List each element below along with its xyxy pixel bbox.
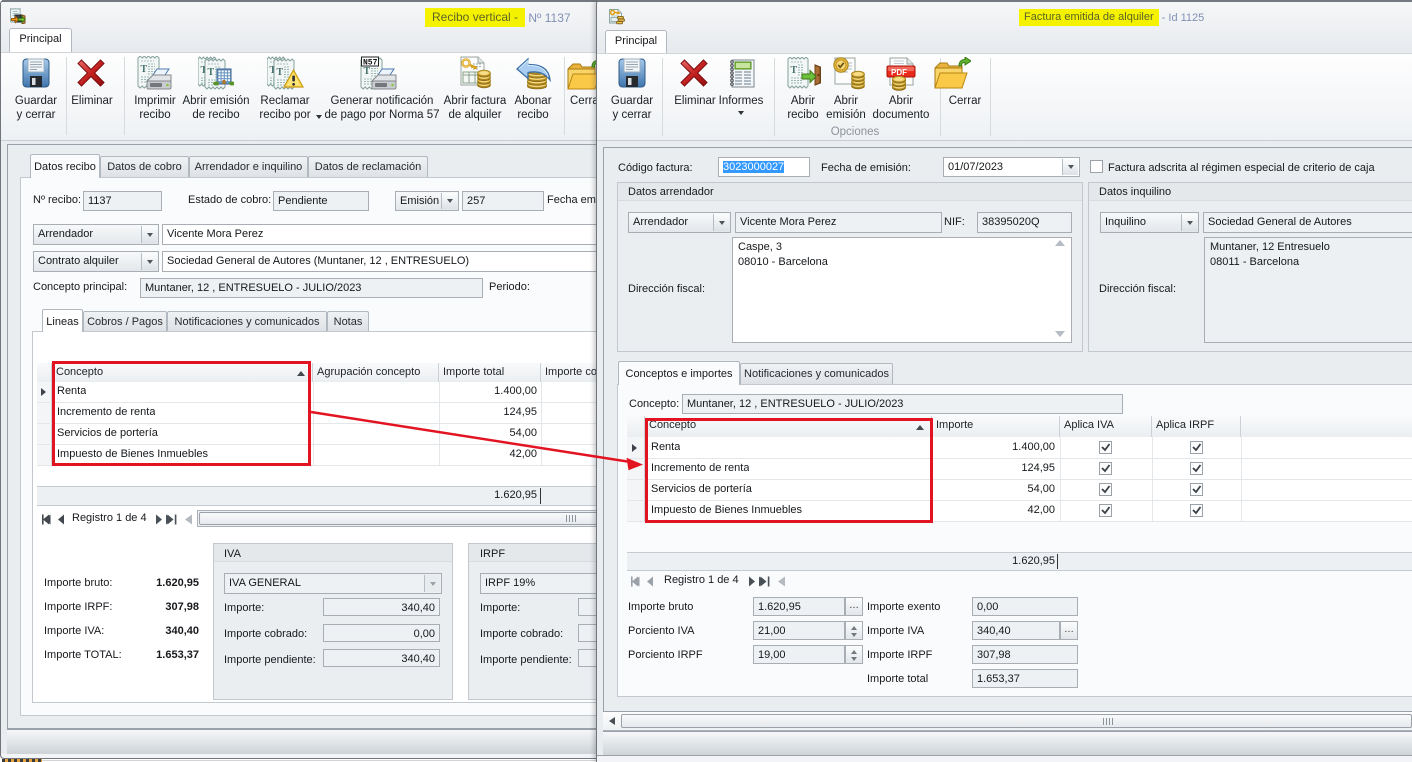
svg-text:T: T: [791, 65, 798, 76]
svg-text:T: T: [277, 67, 284, 78]
svg-text:PDF: PDF: [891, 68, 907, 77]
svg-text:N57: N57: [363, 59, 378, 68]
svg-text:T: T: [208, 67, 215, 78]
svg-text:T: T: [364, 66, 371, 77]
svg-text:T: T: [141, 64, 148, 75]
